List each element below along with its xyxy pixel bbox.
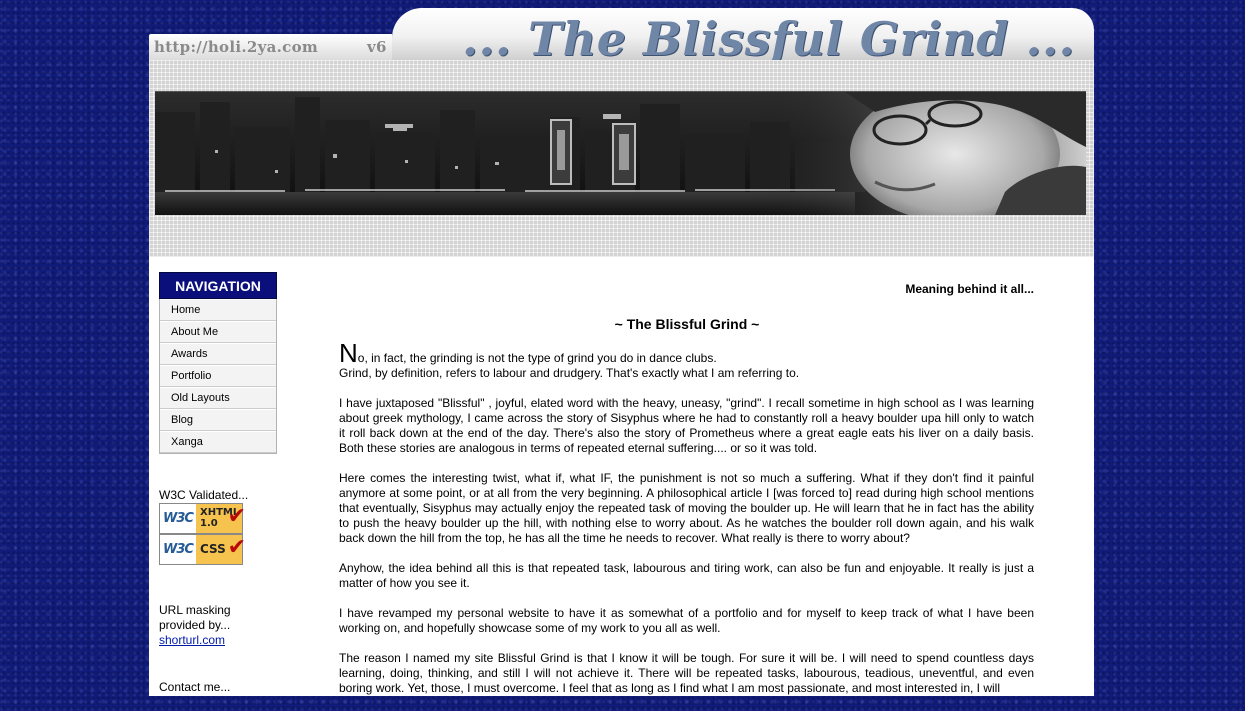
- tagline: Meaning behind it all...: [905, 282, 1034, 296]
- paragraph-intro-line-1: o, in fact, the grinding is not the type…: [357, 351, 717, 365]
- navigation-list: Home About Me Awards Portfolio Old Layou…: [159, 299, 277, 454]
- article-body: No, in fact, the grinding is not the typ…: [339, 340, 1034, 711]
- nav-item-xanga[interactable]: Xanga: [160, 431, 276, 453]
- banner-band: [149, 60, 1094, 257]
- nav-item-old-layouts[interactable]: Old Layouts: [160, 387, 276, 409]
- site-url: http://holi.2ya.com: [154, 38, 319, 56]
- nav-item-home[interactable]: Home: [160, 299, 276, 321]
- site-container: http://holi.2ya.com v6 ... The Blissful …: [149, 0, 1094, 696]
- content-title: ~ The Blissful Grind ~: [614, 316, 760, 332]
- shorturl-link[interactable]: shorturl.com: [159, 633, 225, 647]
- url-masking-note: URL masking provided by... shorturl.com: [159, 603, 231, 648]
- xhtml-badge[interactable]: W3C XHTML 1.0 ✔: [159, 503, 246, 534]
- paragraph-2: I have juxtaposed "Blissful" , joyful, e…: [339, 396, 1034, 455]
- url-masking-line-2: provided by...: [159, 618, 231, 632]
- paragraph-5: I have revamped my personal website to h…: [339, 606, 1034, 635]
- css-badge[interactable]: W3C CSS ✔: [159, 534, 246, 565]
- nav-item-about-me[interactable]: About Me: [160, 321, 276, 343]
- site-title: ... The Blissful Grind ...: [462, 12, 1076, 66]
- navigation-header: NAVIGATION: [159, 272, 277, 299]
- paragraph-3: Here comes the interesting twist, what i…: [339, 471, 1034, 545]
- navigation-menu: NAVIGATION Home About Me Awards Portfoli…: [159, 272, 277, 454]
- paragraph-6: The reason I named my site Blissful Grin…: [339, 651, 1034, 695]
- contact-label[interactable]: Contact me...: [159, 680, 230, 695]
- drop-cap: N: [339, 338, 358, 368]
- url-tab: http://holi.2ya.com v6: [149, 34, 392, 60]
- main-panel: NAVIGATION Home About Me Awards Portfoli…: [149, 257, 1094, 696]
- checkmark-icon: ✔: [227, 535, 246, 560]
- url-masking-line-1: URL masking: [159, 603, 231, 617]
- paragraph-intro-line-2: Grind, by definition, refers to labour a…: [339, 366, 800, 380]
- site-version: v6: [367, 38, 387, 56]
- checkmark-icon: ✔: [227, 504, 246, 529]
- nav-item-blog[interactable]: Blog: [160, 409, 276, 431]
- w3c-validated-label: W3C Validated...: [159, 488, 249, 502]
- nav-item-awards[interactable]: Awards: [160, 343, 276, 365]
- banner-image: [155, 91, 1086, 215]
- w3c-logo-text: W3C: [163, 511, 194, 526]
- nav-item-portfolio[interactable]: Portfolio: [160, 365, 276, 387]
- w3c-logo-text: W3C: [163, 542, 194, 557]
- paragraph-intro: No, in fact, the grinding is not the typ…: [339, 340, 1034, 381]
- title-tab: ... The Blissful Grind ...: [392, 8, 1094, 66]
- banner-cityscape-photo: [155, 92, 1086, 215]
- paragraph-4: Anyhow, the idea behind all this is that…: [339, 561, 1034, 590]
